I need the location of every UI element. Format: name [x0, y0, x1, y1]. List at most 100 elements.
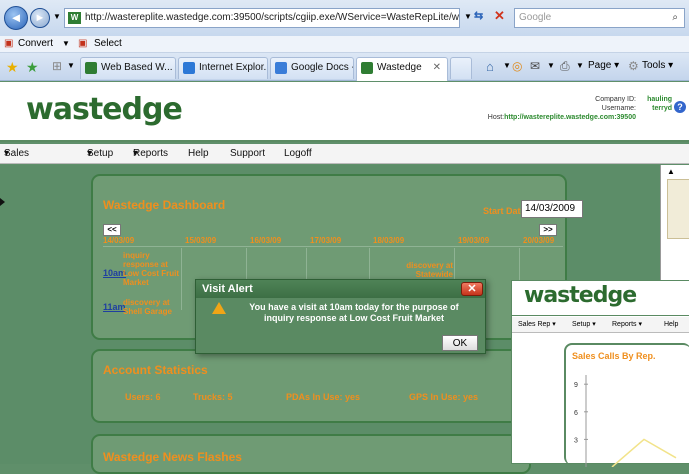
- warning-icon: [212, 302, 226, 314]
- tab-web-based[interactable]: Web Based W...: [80, 57, 176, 79]
- menu-label: Reports: [612, 321, 637, 328]
- forward-icon[interactable]: ►: [30, 8, 50, 28]
- tab-internet-explorer[interactable]: Internet Explor...: [178, 57, 268, 79]
- page-menu[interactable]: Page ▾: [588, 60, 619, 71]
- search-placeholder: Google: [519, 12, 552, 23]
- host-value: http://wastereplite.wastedge.com:39500: [504, 114, 636, 121]
- tab-label: Google Docs -...: [291, 62, 353, 73]
- sales-calls-chart: 9 6 3: [574, 375, 677, 467]
- ok-button[interactable]: OK: [442, 335, 478, 351]
- ie-tab-icon: [183, 62, 195, 74]
- mail-dropdown-icon[interactable]: ▼: [547, 61, 555, 70]
- event-text: inquiry response at Low Cost Fruit Marke…: [123, 251, 179, 287]
- secondary-window: wastedge Sales Rep ▾ Setup ▾ Reports ▾ H…: [511, 280, 689, 467]
- convert-button[interactable]: Convert: [18, 36, 53, 52]
- event-text: discovery at Shell Garage: [123, 298, 172, 316]
- tab-google-docs[interactable]: Google Docs -...: [270, 57, 354, 79]
- grid-divider: [181, 248, 182, 310]
- home-icon[interactable]: ⌂: [486, 59, 494, 74]
- date-header: 17/03/09: [310, 236, 342, 245]
- company-value: hauling: [647, 96, 672, 103]
- alert-message: You have a visit at 10am today for the p…: [249, 302, 459, 323]
- new-tab-button[interactable]: [450, 57, 472, 79]
- divider: [512, 315, 689, 316]
- stat-trucks: Trucks: 5: [193, 392, 233, 402]
- date-header: 19/03/09: [458, 236, 490, 245]
- menu-sales-rep[interactable]: Sales Rep ▾: [4, 144, 29, 178]
- date-header: 16/03/09: [250, 236, 282, 245]
- username-value: terryd: [652, 105, 672, 112]
- wastedge-logo: wastedge: [524, 283, 637, 308]
- menu-setup[interactable]: Setup ▾: [87, 144, 113, 163]
- stop-icon[interactable]: ✕: [494, 8, 505, 24]
- date-header: 15/03/09: [185, 236, 217, 245]
- help-icon[interactable]: ?: [674, 101, 686, 113]
- menu-label: Reports: [133, 148, 169, 159]
- tab-label: Wastedge: [377, 62, 422, 73]
- scroll-up-icon[interactable]: ▲: [667, 167, 675, 176]
- wastedge-tab-icon: [85, 62, 97, 74]
- url-field[interactable]: W http://wastereplite.wastedge.com:39500…: [64, 8, 460, 28]
- gear-icon: ⚙: [628, 59, 639, 73]
- browser-tab-bar: ★ ★ ⊞ ▼ Web Based W... Internet Explor..…: [0, 53, 689, 81]
- series-line: [611, 438, 677, 467]
- sidebar-toggle-icon[interactable]: [0, 198, 5, 206]
- feeds-icon[interactable]: ◎: [512, 59, 522, 73]
- date-header: 18/03/09: [373, 236, 405, 245]
- refresh-icon[interactable]: ⇆: [474, 9, 483, 22]
- menu-reports[interactable]: Reports ▾: [612, 317, 642, 332]
- menu-support[interactable]: Support: [230, 144, 265, 163]
- tab-list-icon[interactable]: ▼: [67, 61, 75, 70]
- menu-help[interactable]: Help: [664, 317, 678, 332]
- pdf-toolbar: ▣ Convert ▼ ▣ Select: [0, 36, 689, 53]
- dialog-title: Visit Alert: [196, 280, 485, 298]
- news-title: Wastedge News Flashes: [103, 450, 242, 464]
- menu-reports[interactable]: Reports ▾: [133, 144, 168, 163]
- stat-gps: GPS In Use: yes: [409, 392, 479, 402]
- map-thumbnail: [667, 179, 689, 239]
- favorites-star-icon[interactable]: ★: [6, 59, 19, 76]
- news-panel: Wastedge News Flashes: [91, 434, 531, 474]
- menu-label: Setup: [87, 148, 114, 159]
- menu-sales-rep[interactable]: Sales Rep ▾: [518, 317, 556, 332]
- date-header-row: 14/03/09 15/03/09 16/03/09 17/03/09 18/0…: [103, 236, 563, 247]
- tab-label: Internet Explor...: [199, 62, 268, 73]
- quick-tabs-icon[interactable]: ⊞: [52, 59, 62, 73]
- url-dropdown-icon[interactable]: ▼: [464, 12, 472, 21]
- search-input[interactable]: Google ⌕: [514, 8, 685, 28]
- menu-label: Setup: [572, 321, 591, 328]
- close-icon[interactable]: ✕: [461, 282, 483, 296]
- y-tick-label: 3: [574, 437, 578, 444]
- select-button[interactable]: Select: [94, 36, 122, 52]
- menu-logoff[interactable]: Logoff: [284, 144, 312, 163]
- menu-help[interactable]: Help: [188, 144, 209, 163]
- convert-dropdown-icon[interactable]: ▼: [62, 36, 70, 52]
- tools-menu[interactable]: Tools ▾: [642, 60, 673, 71]
- prev-week-button[interactable]: <<: [103, 224, 121, 236]
- tab-wastedge[interactable]: Wastedge ✕: [356, 57, 448, 81]
- menu-setup[interactable]: Setup ▾: [572, 317, 596, 332]
- history-dropdown-icon[interactable]: ▼: [53, 12, 61, 21]
- right-scroll-panel: ▲: [660, 165, 689, 280]
- close-tab-icon[interactable]: ✕: [433, 58, 441, 78]
- stat-users: Users: 6: [125, 392, 161, 402]
- wastedge-tab-icon: [361, 62, 373, 74]
- add-favorite-icon[interactable]: ★: [26, 59, 39, 76]
- read-mail-icon[interactable]: ✉: [530, 59, 540, 73]
- select-icon: ▣: [78, 38, 88, 49]
- next-week-button[interactable]: >>: [539, 224, 557, 236]
- search-icon[interactable]: ⌕: [672, 9, 678, 27]
- start-date-input[interactable]: 14/03/2009: [521, 200, 583, 218]
- app-menu-bar: Sales Rep ▾ Setup ▾ Reports ▾ Help Suppo…: [0, 144, 689, 178]
- stat-pdas: PDAs In Use: yes: [286, 392, 361, 402]
- print-dropdown-icon[interactable]: ▼: [576, 61, 584, 70]
- back-icon[interactable]: ◄: [4, 6, 28, 30]
- wastedge-logo: wastedge: [26, 92, 183, 127]
- url-text: http://wastereplite.wastedge.com:39500/s…: [85, 12, 460, 23]
- sales-calls-panel: Sales Calls By Rep. 9 6 3: [564, 343, 689, 467]
- session-values: hauling terryd: [600, 95, 672, 113]
- chart-title: Sales Calls By Rep.: [572, 351, 656, 361]
- print-icon[interactable]: ⎙: [560, 59, 570, 74]
- home-dropdown-icon[interactable]: ▼: [503, 61, 511, 70]
- google-docs-tab-icon: [275, 62, 287, 74]
